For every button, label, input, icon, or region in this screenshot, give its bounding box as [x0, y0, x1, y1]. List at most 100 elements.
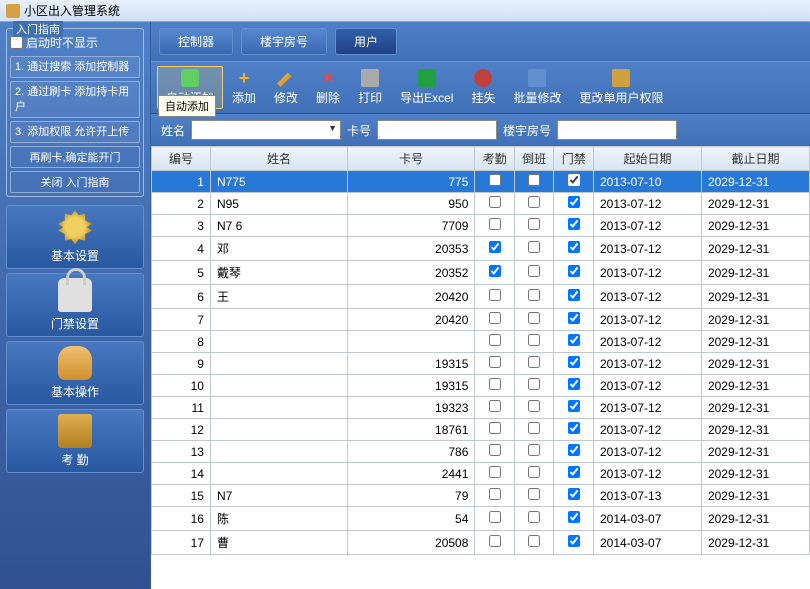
nav-access-settings[interactable]: 门禁设置: [6, 273, 144, 337]
table-row[interactable]: 1N7757752013-07-102029-12-31: [152, 171, 810, 193]
checkbox[interactable]: [528, 488, 540, 500]
tool-change-perm[interactable]: 更改单用户权限: [570, 66, 672, 109]
checkbox[interactable]: [528, 196, 540, 208]
nav-attendance[interactable]: 考 勤: [6, 409, 144, 473]
filter-room-input[interactable]: [557, 120, 677, 140]
checkbox[interactable]: [489, 241, 501, 253]
checkbox[interactable]: [568, 356, 580, 368]
table-row[interactable]: 137862013-07-122029-12-31: [152, 441, 810, 463]
table-row[interactable]: 6王204202013-07-122029-12-31: [152, 285, 810, 309]
checkbox[interactable]: [568, 488, 580, 500]
table-row[interactable]: 5戴琴203522013-07-122029-12-31: [152, 261, 810, 285]
checkbox[interactable]: [528, 444, 540, 456]
checkbox[interactable]: [528, 356, 540, 368]
checkbox[interactable]: [489, 400, 501, 412]
table-row[interactable]: 4邓203532013-07-122029-12-31: [152, 237, 810, 261]
tab-0[interactable]: 控制器: [159, 28, 233, 55]
table-row[interactable]: 7204202013-07-122029-12-31: [152, 309, 810, 331]
checkbox[interactable]: [489, 444, 501, 456]
guide-step-1[interactable]: 1. 通过搜索 添加控制器: [10, 56, 140, 78]
col-header[interactable]: 门禁: [554, 147, 594, 171]
table-row[interactable]: 10193152013-07-122029-12-31: [152, 375, 810, 397]
tool-edit[interactable]: 修改: [265, 66, 307, 109]
checkbox[interactable]: [568, 241, 580, 253]
tool-export-excel[interactable]: 导出Excel: [391, 66, 462, 109]
col-header[interactable]: 倒班: [514, 147, 554, 171]
checkbox[interactable]: [489, 289, 501, 301]
guide-step-2[interactable]: 2. 通过刷卡 添加持卡用户: [10, 81, 140, 118]
table-row[interactable]: 1424412013-07-122029-12-31: [152, 463, 810, 485]
tool-report-lost[interactable]: 挂失: [462, 66, 504, 109]
checkbox[interactable]: [568, 444, 580, 456]
checkbox[interactable]: [528, 511, 540, 523]
tab-1[interactable]: 楼宇房号: [241, 28, 327, 55]
checkbox[interactable]: [489, 356, 501, 368]
checkbox[interactable]: [528, 535, 540, 547]
table-row[interactable]: 9193152013-07-122029-12-31: [152, 353, 810, 375]
filter-card-input[interactable]: [377, 120, 497, 140]
table-row[interactable]: 82013-07-122029-12-31: [152, 331, 810, 353]
table-area[interactable]: 编号姓名卡号考勤倒班门禁起始日期截止日期 1N7757752013-07-102…: [151, 146, 810, 589]
checkbox[interactable]: [568, 378, 580, 390]
col-header[interactable]: 卡号: [347, 147, 474, 171]
checkbox[interactable]: [489, 378, 501, 390]
checkbox[interactable]: [489, 466, 501, 478]
checkbox[interactable]: [489, 488, 501, 500]
checkbox[interactable]: [568, 196, 580, 208]
checkbox[interactable]: [568, 422, 580, 434]
checkbox[interactable]: [568, 400, 580, 412]
table-row[interactable]: 17曹205082014-03-072029-12-31: [152, 531, 810, 555]
col-header[interactable]: 姓名: [210, 147, 347, 171]
checkbox[interactable]: [528, 466, 540, 478]
tool-print[interactable]: 打印: [349, 66, 391, 109]
table-row[interactable]: 11193232013-07-122029-12-31: [152, 397, 810, 419]
col-header[interactable]: 考勤: [475, 147, 515, 171]
checkbox[interactable]: [568, 334, 580, 346]
checkbox[interactable]: [489, 174, 501, 186]
checkbox[interactable]: [528, 218, 540, 230]
checkbox[interactable]: [489, 334, 501, 346]
tool-add[interactable]: +添加: [223, 66, 265, 109]
nav-basic-settings[interactable]: 基本设置: [6, 205, 144, 269]
checkbox[interactable]: [568, 535, 580, 547]
tab-2[interactable]: 用户: [335, 28, 397, 55]
checkbox[interactable]: [568, 312, 580, 324]
checkbox[interactable]: [568, 289, 580, 301]
checkbox[interactable]: [489, 312, 501, 324]
col-header[interactable]: 起始日期: [593, 147, 701, 171]
checkbox[interactable]: [568, 218, 580, 230]
tool-delete[interactable]: ×删除: [307, 66, 349, 109]
guide-hide-input[interactable]: [10, 36, 23, 49]
checkbox[interactable]: [489, 422, 501, 434]
table-row[interactable]: 3N7 677092013-07-122029-12-31: [152, 215, 810, 237]
checkbox[interactable]: [528, 174, 540, 186]
checkbox[interactable]: [528, 241, 540, 253]
table-row[interactable]: 16陈542014-03-072029-12-31: [152, 507, 810, 531]
checkbox[interactable]: [489, 218, 501, 230]
checkbox[interactable]: [528, 289, 540, 301]
table-row[interactable]: 12187612013-07-122029-12-31: [152, 419, 810, 441]
table-row[interactable]: 15N7792013-07-132029-12-31: [152, 485, 810, 507]
checkbox[interactable]: [528, 312, 540, 324]
col-header[interactable]: 编号: [152, 147, 211, 171]
checkbox[interactable]: [568, 265, 580, 277]
checkbox[interactable]: [568, 466, 580, 478]
guide-close-button[interactable]: 关闭 入门指南: [10, 171, 140, 193]
guide-step-3[interactable]: 3. 添加权限 允许开上传: [10, 121, 140, 143]
checkbox[interactable]: [489, 511, 501, 523]
checkbox[interactable]: [489, 265, 501, 277]
checkbox[interactable]: [489, 196, 501, 208]
tool-batch-edit[interactable]: 批量修改: [504, 66, 570, 109]
checkbox[interactable]: [528, 334, 540, 346]
tool-auto-add[interactable]: 自动添加自动添加: [157, 66, 223, 109]
checkbox[interactable]: [568, 511, 580, 523]
nav-basic-ops[interactable]: 基本操作: [6, 341, 144, 405]
checkbox[interactable]: [528, 378, 540, 390]
table-row[interactable]: 2N959502013-07-122029-12-31: [152, 193, 810, 215]
checkbox[interactable]: [528, 422, 540, 434]
checkbox[interactable]: [528, 265, 540, 277]
checkbox[interactable]: [528, 400, 540, 412]
checkbox[interactable]: [568, 174, 580, 186]
filter-name-input[interactable]: [191, 120, 341, 140]
col-header[interactable]: 截止日期: [701, 147, 809, 171]
